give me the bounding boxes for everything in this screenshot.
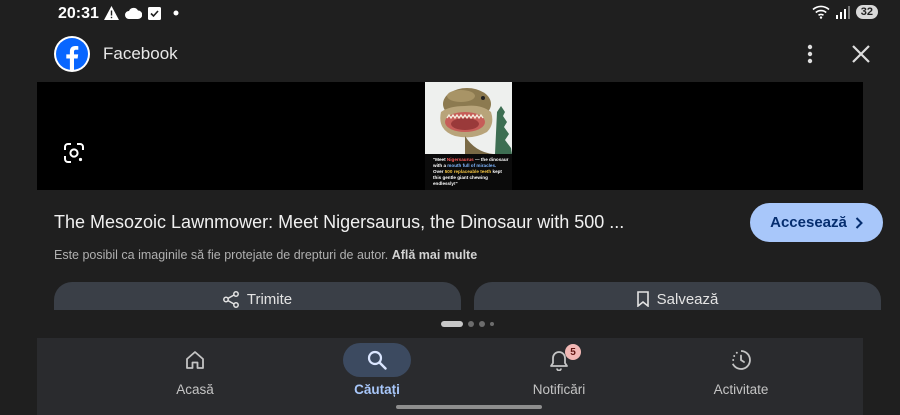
wifi-icon: [812, 5, 830, 19]
thumbnail-caption: "Meet Nigersaurus — the dinosaur with a …: [433, 157, 509, 186]
pager-dot[interactable]: [468, 321, 474, 327]
pager-dot[interactable]: [490, 322, 494, 326]
cloud-icon: [125, 7, 142, 19]
status-notification-icons: [104, 6, 181, 20]
bookmark-icon: [636, 291, 649, 307]
battery-indicator: 32: [855, 5, 878, 19]
bottom-nav: Acasă Căutați 5 Notificări Activitate: [37, 338, 863, 415]
nav-item-activity[interactable]: Activitate: [641, 338, 841, 415]
home-icon: [186, 351, 204, 369]
nav-label-activity: Activitate: [713, 382, 769, 397]
search-icon: [367, 350, 387, 370]
app-header: Facebook: [0, 30, 900, 78]
nav-item-search[interactable]: Căutați: [277, 338, 477, 415]
nav-item-notifications[interactable]: 5 Notificări: [459, 338, 659, 415]
nav-label-home: Acasă: [176, 382, 214, 397]
nav-item-home[interactable]: Acasă: [95, 338, 295, 415]
save-label: Salvează: [656, 291, 719, 308]
status-bar: 20:31 32: [0, 0, 900, 28]
nav-icon-container: [707, 343, 775, 377]
copyright-note: Este posibil ca imaginile să fie proteja…: [54, 248, 477, 262]
nav-icon-container: [343, 343, 411, 377]
status-system-icons: 32: [812, 5, 878, 19]
dinosaur-image: [425, 82, 512, 154]
header-title: Facebook: [103, 44, 178, 63]
result-title[interactable]: The Mesozoic Lawnmower: Meet Nigersaurus…: [54, 212, 624, 233]
nav-icon-container: [525, 343, 593, 377]
pager-dot-active[interactable]: [441, 321, 463, 327]
history-icon: [731, 350, 751, 370]
learn-more-link[interactable]: Află mai multe: [392, 248, 477, 262]
share-icon: [222, 291, 239, 308]
chevron-right-icon: [855, 216, 863, 229]
dot-icon: [173, 10, 179, 16]
pager-dot[interactable]: [479, 321, 485, 327]
visit-button-label: Accesează: [770, 214, 847, 231]
home-gesture-bar[interactable]: [396, 405, 542, 409]
signal-icon: [835, 5, 850, 19]
result-thumbnail[interactable]: "Meet Nigersaurus — the dinosaur with a …: [425, 82, 512, 190]
share-label: Trimite: [246, 291, 293, 308]
result-pager[interactable]: [441, 321, 494, 327]
facebook-logo-icon: [54, 36, 90, 72]
copyright-text: Este posibil ca imaginile să fie proteja…: [54, 248, 389, 262]
google-lens-icon[interactable]: [63, 142, 85, 164]
check-box-icon: [148, 6, 161, 20]
image-preview[interactable]: "Meet Nigersaurus — the dinosaur with a …: [37, 82, 863, 190]
notification-badge: 5: [565, 344, 581, 360]
nav-icon-container: [161, 343, 229, 377]
more-vert-icon[interactable]: [800, 42, 820, 66]
status-time: 20:31: [58, 5, 99, 22]
nav-label-notifications: Notificări: [532, 382, 586, 397]
warning-icon: [104, 6, 119, 20]
visit-button[interactable]: Accesează: [750, 203, 883, 242]
close-icon[interactable]: [849, 42, 873, 66]
nav-label-search: Căutați: [354, 382, 400, 397]
